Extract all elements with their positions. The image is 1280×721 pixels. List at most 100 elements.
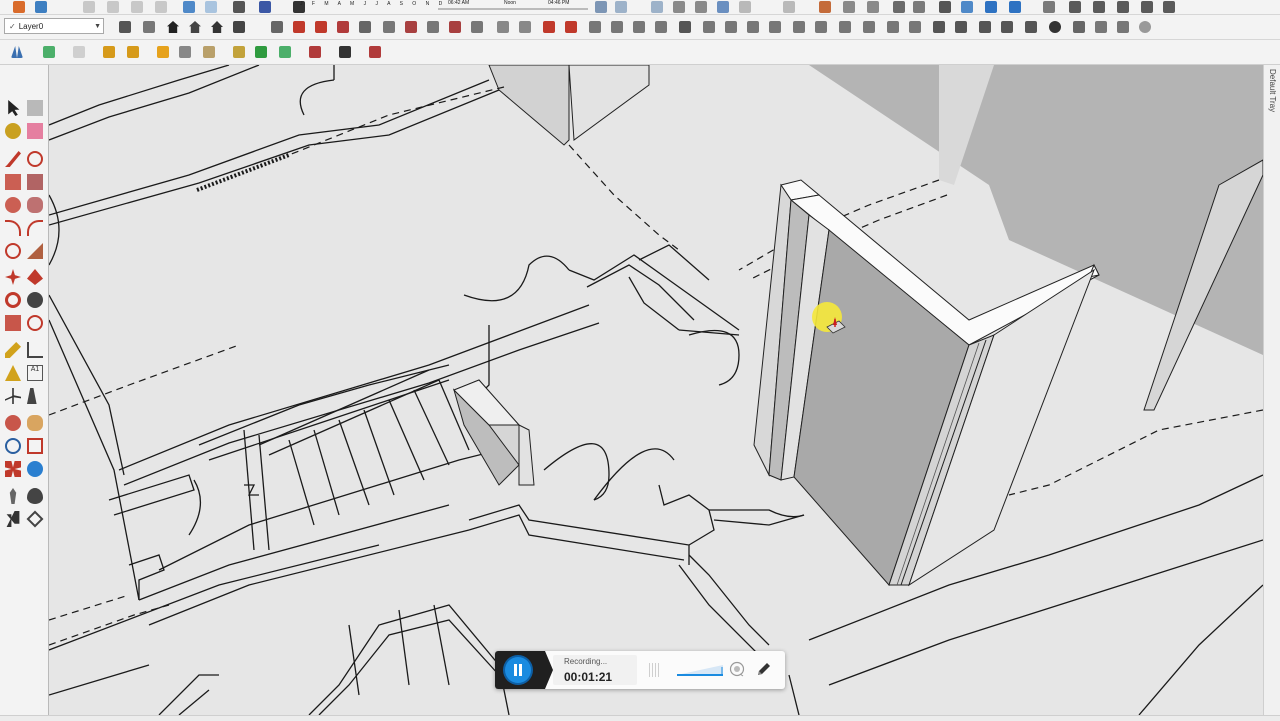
trim-icon[interactable] — [334, 18, 352, 36]
intersect-icon[interactable] — [176, 43, 194, 61]
warehouse-get-icon[interactable] — [230, 43, 248, 61]
leaf-icon[interactable] — [276, 43, 294, 61]
walk-icon[interactable] — [6, 511, 20, 527]
erase-selection-icon[interactable] — [152, 0, 170, 14]
house-outline-icon[interactable] — [186, 18, 204, 36]
fillet-icon[interactable] — [380, 18, 398, 36]
surface-icon[interactable] — [1114, 18, 1132, 36]
north-arrow-icon[interactable] — [124, 43, 142, 61]
roof-icon[interactable] — [208, 18, 226, 36]
scale-icon[interactable] — [5, 315, 21, 331]
print-icon[interactable] — [230, 0, 248, 14]
paint-bucket-icon[interactable] — [5, 123, 21, 139]
floor-icon[interactable] — [836, 18, 854, 36]
layer-dropdown[interactable]: ✓ Layer0 ▼ — [4, 18, 104, 34]
chamfer-icon[interactable] — [402, 18, 420, 36]
3d-text-icon[interactable] — [27, 388, 37, 404]
axes-icon[interactable] — [5, 388, 21, 404]
pie-icon[interactable] — [27, 243, 43, 259]
extend-icon[interactable] — [356, 18, 374, 36]
monochrome-icon[interactable] — [890, 0, 908, 14]
mirror-icon[interactable] — [468, 18, 486, 36]
stamp-icon[interactable] — [1090, 0, 1108, 14]
wireframe-icon[interactable] — [780, 0, 798, 14]
fence-icon[interactable] — [860, 18, 878, 36]
pause-button[interactable] — [505, 657, 531, 683]
solar-north-icon[interactable] — [100, 43, 118, 61]
roof-tool-icon[interactable] — [700, 18, 718, 36]
union-icon[interactable] — [200, 43, 218, 61]
select-arrow-icon[interactable] — [8, 100, 20, 116]
freehand-icon[interactable] — [27, 151, 43, 167]
protractor-icon[interactable] — [5, 365, 21, 381]
move-icon[interactable] — [5, 269, 21, 285]
truss-icon[interactable] — [676, 18, 694, 36]
open-file-icon[interactable] — [10, 0, 28, 14]
tile-icon[interactable] — [976, 18, 994, 36]
share-model-icon[interactable] — [958, 0, 976, 14]
line-red-icon[interactable] — [540, 18, 558, 36]
section-plane-icon[interactable] — [26, 510, 44, 528]
slope-icon[interactable] — [722, 18, 740, 36]
default-tray[interactable]: Default Tray — [1263, 65, 1280, 715]
section-cut-icon[interactable] — [8, 43, 26, 61]
redo-icon[interactable] — [202, 0, 220, 14]
components-icon[interactable] — [1006, 0, 1024, 14]
draw-path-icon[interactable] — [268, 18, 286, 36]
brick-icon[interactable] — [930, 18, 948, 36]
style-icon[interactable] — [910, 0, 928, 14]
corner-icon[interactable] — [494, 18, 512, 36]
rotated-rectangle-icon[interactable] — [27, 174, 43, 190]
eraser-icon[interactable] — [27, 123, 43, 139]
make-component-icon[interactable] — [27, 100, 43, 116]
column-icon[interactable] — [790, 18, 808, 36]
textured-icon[interactable] — [864, 0, 882, 14]
arc-3pt-icon[interactable] — [5, 243, 21, 259]
right-view-icon[interactable] — [670, 0, 688, 14]
sphere-icon[interactable] — [1046, 18, 1064, 36]
volume-slider[interactable] — [677, 664, 723, 676]
dimension-icon[interactable] — [27, 342, 43, 358]
zoom-extents-icon[interactable] — [5, 461, 21, 477]
left-view-icon[interactable] — [714, 0, 732, 14]
add-detail-icon[interactable] — [1138, 0, 1156, 14]
pencil-line-icon[interactable] — [5, 151, 21, 167]
push-pull-icon[interactable] — [27, 269, 43, 285]
terrain-toggle-icon[interactable] — [70, 43, 88, 61]
arc-icon[interactable] — [5, 220, 21, 236]
post-icon[interactable] — [884, 18, 902, 36]
map-image-icon[interactable] — [40, 43, 58, 61]
webcam-icon[interactable] — [729, 661, 745, 677]
push-pull-toolbar-icon[interactable] — [366, 43, 384, 61]
iso-view-icon[interactable] — [592, 0, 610, 14]
drape-icon[interactable] — [1114, 0, 1132, 14]
wall-icon[interactable] — [586, 18, 604, 36]
angle-red-icon[interactable] — [562, 18, 580, 36]
warehouse-icon[interactable] — [936, 0, 954, 14]
pan-icon[interactable] — [27, 415, 43, 431]
paste-icon[interactable] — [128, 0, 146, 14]
modeling-viewport[interactable] — [48, 65, 1263, 715]
outer-shell-icon[interactable] — [154, 43, 172, 61]
model-scene[interactable] — [49, 65, 1263, 715]
sandbox-icon[interactable] — [1040, 0, 1058, 14]
toolbar-component-icon[interactable] — [116, 18, 134, 36]
zoom-icon[interactable] — [5, 438, 21, 454]
front-view-icon[interactable] — [648, 0, 666, 14]
back-view-icon[interactable] — [692, 0, 710, 14]
model-info-icon[interactable] — [256, 0, 274, 14]
shaded-icon[interactable] — [840, 0, 858, 14]
joist-icon[interactable] — [744, 18, 762, 36]
red-curve-icon[interactable] — [290, 18, 308, 36]
rotate-icon[interactable] — [5, 292, 21, 308]
zoom-window-icon[interactable] — [27, 438, 43, 454]
follow-me-icon[interactable] — [27, 292, 43, 308]
mesh-icon[interactable] — [1070, 18, 1088, 36]
position-camera-icon[interactable] — [9, 488, 17, 504]
offset-tool-icon[interactable] — [424, 18, 442, 36]
look-around-icon[interactable] — [27, 488, 43, 504]
joint-icon[interactable] — [516, 18, 534, 36]
save-file-icon[interactable] — [32, 0, 50, 14]
siding-icon[interactable] — [906, 18, 924, 36]
extension-warehouse-icon[interactable] — [982, 0, 1000, 14]
